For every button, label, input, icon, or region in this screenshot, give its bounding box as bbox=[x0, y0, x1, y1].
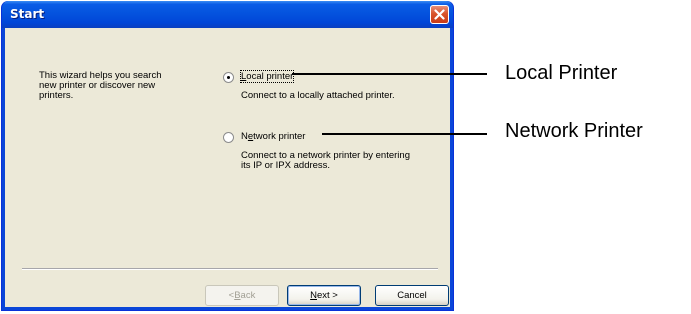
back-button[interactable]: < Back bbox=[205, 285, 279, 306]
dialog-body: This wizard helps you search new printer… bbox=[5, 28, 450, 307]
network-printer-description: Connect to a network printer by entering… bbox=[241, 150, 410, 171]
cancel-button[interactable]: Cancel bbox=[375, 285, 449, 306]
local-printer-description: Connect to a locally attached printer. bbox=[241, 90, 395, 101]
separator bbox=[22, 268, 438, 270]
local-printer-callout-label: Local Printer bbox=[505, 62, 618, 84]
local-printer-callout-line bbox=[292, 73, 487, 75]
local-printer-label[interactable]: Local printer bbox=[239, 70, 295, 83]
network-printer-radio[interactable] bbox=[223, 132, 234, 143]
network-printer-callout-line bbox=[322, 133, 487, 135]
title-bar[interactable]: Start bbox=[2, 1, 453, 28]
close-button[interactable] bbox=[430, 5, 449, 24]
next-button[interactable]: Next > bbox=[287, 285, 361, 306]
wizard-window: Start This wizard helps you search new p… bbox=[1, 1, 454, 311]
window-title: Start bbox=[10, 7, 45, 21]
network-printer-callout-label: Network Printer bbox=[505, 120, 643, 142]
screenshot-stage: Start This wizard helps you search new p… bbox=[0, 0, 691, 314]
local-printer-radio[interactable] bbox=[223, 72, 234, 83]
network-printer-label[interactable]: Network printer bbox=[241, 131, 305, 142]
close-icon bbox=[434, 9, 445, 20]
intro-text: This wizard helps you search new printer… bbox=[39, 70, 162, 101]
